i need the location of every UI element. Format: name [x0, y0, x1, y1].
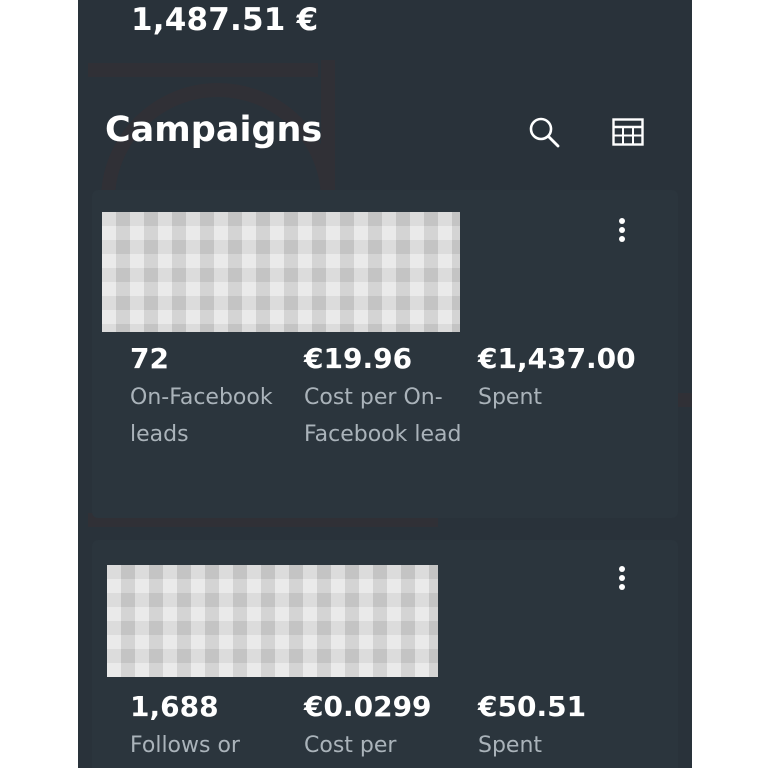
app-screen: 1,487.51 € Campaigns 72 On-Facebook lead… [78, 0, 692, 768]
page-title: Campaigns [105, 110, 323, 150]
metric-value: €50.51 [478, 690, 587, 723]
campaign-thumbnail-redacted [107, 565, 438, 677]
metric-label: Cost per [304, 733, 397, 758]
more-vertical-icon [619, 218, 625, 242]
table-view-button[interactable] [608, 112, 648, 152]
metric-spent: €1,437.00 Spent [478, 342, 646, 416]
metric-value: 1,688 [130, 690, 219, 723]
metric-spent: €50.51 Spent [478, 690, 646, 764]
metric-label: Cost per On-Facebook lead [304, 385, 462, 447]
search-button[interactable] [524, 112, 564, 152]
metric-leads: 72 On-Facebook leads [130, 342, 298, 453]
metric-label: Spent [478, 385, 543, 410]
campaign-card[interactable]: 1,688 Follows or €0.0299 Cost per €50.51… [92, 540, 678, 768]
metric-value: €1,437.00 [478, 342, 636, 375]
more-options-button[interactable] [607, 212, 637, 248]
metric-value: €19.96 [304, 342, 413, 375]
metric-value: €0.0299 [304, 690, 432, 723]
metric-label: Follows or [130, 733, 240, 758]
metric-label: On-Facebook leads [130, 385, 273, 447]
campaign-thumbnail-redacted [102, 212, 460, 332]
more-options-button[interactable] [607, 560, 637, 596]
metric-cost-per-result: €0.0299 Cost per [304, 690, 464, 764]
metric-value: 72 [130, 342, 169, 375]
metric-label: Spent [478, 733, 543, 758]
metric-follows: 1,688 Follows or [130, 690, 298, 764]
metric-cost-per-lead: €19.96 Cost per On-Facebook lead [304, 342, 464, 453]
campaign-card[interactable]: 72 On-Facebook leads €19.96 Cost per On-… [92, 190, 678, 518]
search-icon [529, 117, 560, 148]
total-spent-amount: 1,487.51 € [131, 2, 319, 38]
table-grid-icon [612, 118, 644, 146]
more-vertical-icon [619, 566, 625, 590]
